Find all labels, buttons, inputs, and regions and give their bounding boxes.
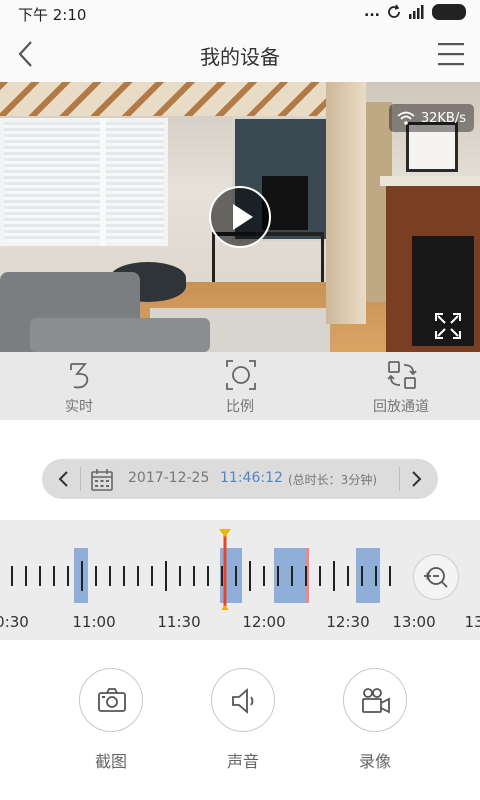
sofa-cushion: [30, 318, 210, 352]
live-label: 实时: [65, 399, 93, 415]
playhead-top-marker: [219, 529, 231, 537]
window-frame: [100, 118, 106, 246]
status-time: 下午 2:10: [18, 6, 87, 24]
ratio-icon: [226, 360, 256, 390]
timeline-label: 11:00: [72, 613, 116, 631]
video-toolbar: 实时 比例 回放通道: [0, 352, 480, 420]
date-selector: 2017-12-25 11:46:12 (总时长：3分钟): [42, 459, 438, 499]
total-duration: (总时长：3分钟): [288, 473, 377, 487]
ratio-button[interactable]: 比例: [185, 358, 295, 416]
fireplace: [380, 176, 480, 352]
live-icon: [70, 363, 89, 389]
timeline-label: 13:00: [392, 613, 436, 631]
playback-channel-button[interactable]: 回放通道: [346, 358, 456, 416]
playback-timeline[interactable]: 0:30 11:00 11:30 12:00 12:30 13:00 13: [0, 520, 480, 640]
video-player[interactable]: 32KB/s: [0, 82, 480, 352]
zoom-in-icon: [424, 567, 448, 588]
speaker-icon: [232, 688, 254, 714]
mantel: [380, 176, 480, 186]
signal-icon: [409, 5, 424, 19]
selected-time: 11:46:12: [220, 470, 283, 486]
timeline-label: 13: [464, 613, 480, 631]
fullscreen-icon: [435, 313, 461, 339]
calendar-button[interactable]: [90, 468, 114, 492]
timeline-track[interactable]: [0, 520, 480, 610]
pillar: [326, 82, 366, 324]
play-button[interactable]: [209, 186, 271, 248]
playhead-bottom-marker: [221, 605, 229, 610]
recorded-segment: [220, 548, 242, 603]
network-speed-badge: 32KB/s: [388, 104, 474, 132]
camera-icon: [98, 688, 126, 712]
hamburger-menu-icon: [438, 43, 464, 66]
playback-channel-label: 回放通道: [373, 399, 429, 415]
fullscreen-button[interactable]: [434, 312, 462, 340]
timeline-label: 12:00: [242, 613, 286, 631]
header: 我的设备: [0, 26, 480, 82]
chevron-left-icon: [58, 471, 68, 487]
screenshot-button[interactable]: [79, 668, 143, 732]
timeline-label: 0:30: [0, 613, 29, 631]
sound-button[interactable]: [211, 668, 275, 732]
ceiling-beams: [0, 82, 330, 116]
record-button[interactable]: [343, 668, 407, 732]
room-window: [0, 118, 168, 246]
sound-label: 声音: [226, 752, 259, 771]
selected-date: 2017-12-25: [128, 470, 210, 486]
window-blind: [4, 122, 164, 242]
video-camera-icon: [362, 688, 390, 714]
timeline-label: 11:30: [157, 613, 201, 631]
next-day-button[interactable]: [400, 463, 432, 495]
ratio-label: 比例: [226, 399, 254, 415]
status-icons: ...: [364, 4, 466, 20]
previous-day-button[interactable]: [48, 463, 80, 495]
status-dots: ...: [364, 4, 380, 20]
live-button[interactable]: 实时: [24, 358, 134, 416]
chevron-right-icon: [412, 471, 422, 487]
zoom-timeline-button[interactable]: [413, 554, 459, 600]
page-title: 我的设备: [200, 45, 280, 69]
divider: [80, 467, 81, 491]
play-icon: [233, 204, 253, 230]
playback-channel-icon: [387, 361, 417, 389]
screenshot-label: 截图: [94, 752, 127, 771]
status-bar: 下午 2:10 ...: [0, 0, 480, 26]
network-speed-text: 32KB/s: [420, 110, 466, 126]
menu-button[interactable]: [438, 42, 464, 66]
battery-icon: [432, 4, 466, 20]
timeline-label: 12:30: [326, 613, 370, 631]
calendar-icon: [91, 469, 113, 491]
record-label: 录像: [358, 752, 391, 771]
wifi-icon: [397, 111, 415, 125]
sync-icon: [388, 4, 400, 18]
